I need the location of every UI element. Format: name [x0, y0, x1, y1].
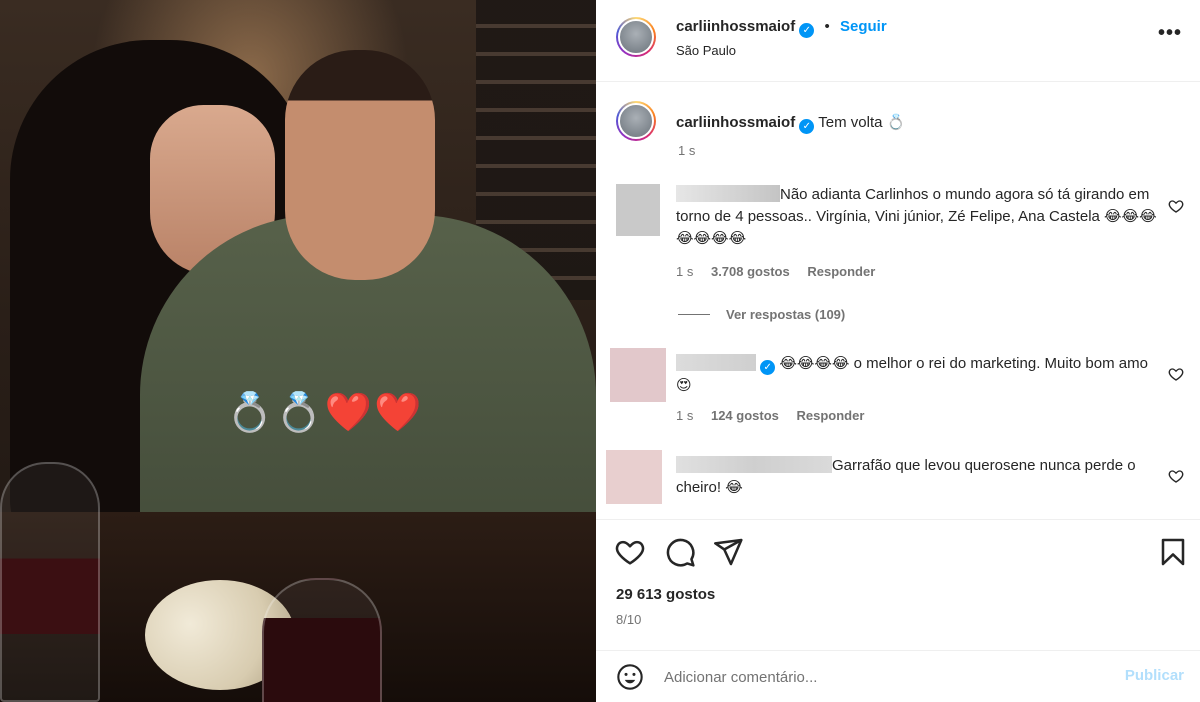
post-location[interactable]: São Paulo	[676, 43, 736, 58]
reply-button[interactable]: Responder	[807, 264, 875, 279]
caption-text: Tem volta 💍	[818, 114, 906, 131]
comment-text-block: ✓ 😂😂😂😂 o melhor o rei do marketing. Muit…	[676, 353, 1166, 397]
send-icon[interactable]	[712, 536, 744, 568]
author-name-row: carliinhossmaiof ✓ • Seguir	[676, 18, 887, 38]
comment-avatar-redacted[interactable]	[616, 184, 660, 236]
comment-likes[interactable]: 124 gostos	[711, 408, 779, 423]
comment-avatar-redacted[interactable]	[606, 450, 662, 504]
comment-meta: 1 s 3.708 gostos Responder	[676, 264, 889, 279]
comment-time: 1 s	[676, 264, 694, 279]
post-header: carliinhossmaiof ✓ • Seguir São Paulo ••…	[596, 0, 1200, 82]
post-side-panel: carliinhossmaiof ✓ • Seguir São Paulo ••…	[596, 0, 1200, 702]
comment-like-heart-icon[interactable]	[1168, 366, 1184, 382]
comments-list[interactable]: carliinhossmaiof ✓ Tem volta 💍 1 s Não a…	[596, 83, 1200, 519]
reply-button[interactable]: Responder	[797, 408, 865, 423]
publish-button[interactable]: Publicar	[1125, 667, 1184, 684]
photo-man-face	[285, 50, 435, 280]
comment-likes[interactable]: 3.708 gostos	[711, 264, 790, 279]
comment-like-heart-icon[interactable]	[1168, 468, 1184, 484]
post-photo[interactable]: 💍💍❤️❤️	[0, 0, 596, 702]
comment-icon[interactable]	[664, 536, 696, 568]
comment-username-redacted[interactable]	[676, 354, 756, 371]
verified-badge-icon: ✓	[799, 23, 815, 38]
caption-time: 1 s	[678, 143, 696, 158]
slide-counter: 8/10	[616, 612, 642, 627]
comment-avatar-redacted[interactable]	[610, 348, 666, 402]
separator-dot: •	[824, 18, 830, 35]
post-likes-count[interactable]: 29 613 gostos	[616, 586, 715, 603]
photo-wine-glass	[0, 462, 100, 702]
follow-button[interactable]: Seguir	[840, 18, 887, 35]
comment-meta: 1 s 124 gostos Responder	[676, 408, 878, 423]
bookmark-icon[interactable]	[1157, 536, 1189, 568]
more-options-icon[interactable]: •••	[1158, 22, 1182, 45]
comment-text-block: Não adianta Carlinhos o mundo agora só t…	[676, 184, 1166, 250]
view-replies-button[interactable]: Ver respostas (109)	[678, 307, 845, 322]
emoji-icon[interactable]	[616, 663, 644, 691]
verified-badge-icon: ✓	[760, 360, 776, 375]
caption-author-avatar[interactable]	[616, 101, 656, 141]
add-comment-bar: Publicar	[596, 650, 1200, 702]
photo-stickers: 💍💍❤️❤️	[226, 390, 424, 434]
heart-icon[interactable]	[614, 536, 646, 568]
post-actions: 29 613 gostos 8/10	[596, 519, 1200, 639]
author-username[interactable]: carliinhossmaiof	[676, 18, 795, 35]
caption-username[interactable]: carliinhossmaiof	[676, 114, 795, 131]
author-avatar[interactable]	[616, 17, 656, 57]
view-replies-line	[678, 314, 710, 315]
comment-username-redacted[interactable]	[676, 185, 780, 202]
comment-text-block: Garrafão que levou querosene nunca perde…	[676, 455, 1166, 499]
comment-input[interactable]	[664, 665, 1104, 689]
caption-text-row: carliinhossmaiof ✓ Tem volta 💍	[676, 113, 905, 134]
view-replies-label: Ver respostas (109)	[726, 307, 846, 322]
photo-wine-glass-2	[262, 578, 382, 702]
comment-username-redacted[interactable]	[676, 456, 832, 473]
verified-badge-icon: ✓	[799, 119, 815, 134]
comment-time: 1 s	[676, 408, 694, 423]
comment-like-heart-icon[interactable]	[1168, 198, 1184, 214]
